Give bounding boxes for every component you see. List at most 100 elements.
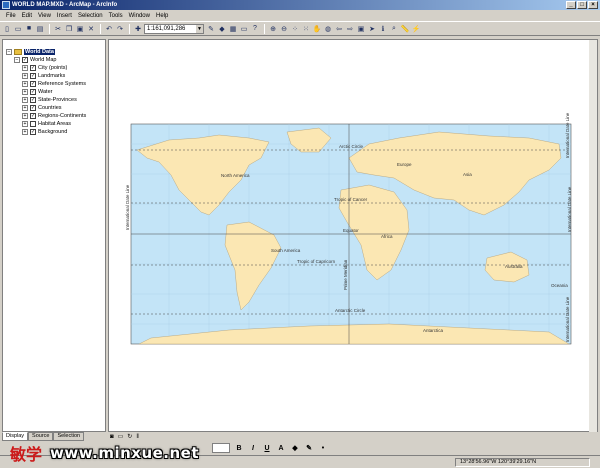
layer-checkbox[interactable]: ✓ <box>30 97 36 103</box>
date-line-label-left: International Date Line <box>125 184 130 230</box>
checkbox-checked[interactable]: ✓ <box>22 57 28 63</box>
select-elements-icon[interactable]: ➤ <box>367 24 377 34</box>
layer-label: Water <box>38 89 53 95</box>
date-line-label-right-bottom: International Date Line <box>565 296 570 342</box>
toc-layer-item[interactable]: + ✓ Water <box>22 88 52 96</box>
arccatalog-icon[interactable]: ▦ <box>228 24 238 34</box>
arctoolbox-icon[interactable]: ◆ <box>217 24 227 34</box>
menu-file[interactable]: File <box>3 13 19 19</box>
expand-icon[interactable]: + <box>22 129 28 135</box>
layer-label: Landmarks <box>38 73 66 79</box>
save-icon[interactable]: ■ <box>24 24 34 34</box>
toc-layer-item[interactable]: + ✓ Reference Systems <box>22 80 86 88</box>
layer-checkbox[interactable]: ✓ <box>30 89 36 95</box>
chevron-down-icon[interactable]: ▼ <box>196 24 203 33</box>
toolbar-separator <box>100 23 101 34</box>
bold-button[interactable]: B <box>234 445 244 452</box>
antarctic-circle-label: Antarctic Circle <box>335 308 366 313</box>
layer-checkbox[interactable]: ✓ <box>30 81 36 87</box>
expand-icon[interactable]: + <box>22 97 28 103</box>
toc-group-layer[interactable]: − ✓ World Map <box>14 56 57 64</box>
europe-label: Europe <box>397 162 412 167</box>
command-line-icon[interactable]: ▭ <box>239 24 249 34</box>
layer-checkbox[interactable]: ✓ <box>30 129 36 135</box>
toc-data-frame[interactable]: − World Data <box>6 48 55 56</box>
menu-tools[interactable]: Tools <box>106 13 126 19</box>
menu-edit[interactable]: Edit <box>19 13 35 19</box>
cursor-coordinates: 13°28'56.96"W 120°39'29.16"N <box>455 458 590 467</box>
font-color-icon[interactable]: A <box>276 445 286 452</box>
menu-insert[interactable]: Insert <box>54 13 75 19</box>
fixed-zoom-out-icon[interactable]: ⁙ <box>301 24 311 34</box>
toc-layer-item[interactable]: + ✓ City (points) <box>22 64 67 72</box>
add-data-icon[interactable]: ✚ <box>133 24 143 34</box>
fill-color-icon[interactable]: ◆ <box>290 444 300 452</box>
expand-icon[interactable]: + <box>22 89 28 95</box>
map-display[interactable]: Arctic Circle Tropic of Cancer Equator T… <box>108 39 599 433</box>
layer-checkbox[interactable]: ✓ <box>30 73 36 79</box>
toolbar-separator <box>129 23 130 34</box>
help-icon[interactable]: ? <box>250 24 260 34</box>
menu-help[interactable]: Help <box>153 13 171 19</box>
identify-icon[interactable]: ℹ <box>378 24 388 34</box>
world-map[interactable]: Arctic Circle Tropic of Cancer Equator T… <box>109 40 599 433</box>
layer-checkbox[interactable]: ✓ <box>30 65 36 71</box>
maximize-button[interactable]: □ <box>577 1 587 9</box>
find-icon[interactable]: ⌕ <box>389 24 399 34</box>
title-bar: WORLD MAP.MXD - ArcMap - ArcInfo _ □ × <box>0 0 600 10</box>
forward-extent-icon[interactable]: ⇨ <box>345 24 355 34</box>
map-scale-combo[interactable]: 1:161,091,286 ▼ <box>144 23 204 34</box>
pan-icon[interactable]: ✋ <box>312 24 322 34</box>
select-features-icon[interactable]: ▣ <box>356 24 366 34</box>
expand-icon[interactable]: + <box>22 113 28 119</box>
layer-label: Background <box>38 129 68 135</box>
hyperlink-icon[interactable]: ⚡ <box>411 24 421 34</box>
expand-icon[interactable]: + <box>22 73 28 79</box>
expand-icon[interactable]: + <box>22 105 28 111</box>
line-color-icon[interactable]: ✎ <box>304 444 314 452</box>
toc-layer-item[interactable]: + ✓ Background <box>22 128 67 136</box>
undo-icon[interactable]: ↶ <box>104 24 114 34</box>
expand-icon[interactable]: + <box>22 81 28 87</box>
underline-button[interactable]: U <box>262 445 272 452</box>
toc-layer-item[interactable]: + ✓ Countries <box>22 104 62 112</box>
open-icon[interactable]: ▭ <box>13 24 23 34</box>
toc-layer-item[interactable]: + ✓ Regions-Continents <box>22 112 86 120</box>
marker-color-icon[interactable]: • <box>318 445 328 452</box>
minimize-button[interactable]: _ <box>566 1 576 9</box>
zoom-out-icon[interactable]: ⊖ <box>279 24 289 34</box>
zoom-in-icon[interactable]: ⊕ <box>268 24 278 34</box>
toc-layer-item[interactable]: + ✓ State-Provinces <box>22 96 77 104</box>
layer-checkbox-unchecked[interactable] <box>30 121 36 127</box>
watermark-logo: 敏学 <box>10 445 43 464</box>
menu-selection[interactable]: Selection <box>75 13 106 19</box>
editor-toolbar-icon[interactable]: ✎ <box>206 24 216 34</box>
close-button[interactable]: × <box>588 1 598 9</box>
watermark: 敏学 www.minxue.net <box>0 438 230 468</box>
full-extent-icon[interactable]: ◍ <box>323 24 333 34</box>
print-icon[interactable]: ▤ <box>35 24 45 34</box>
paste-icon[interactable]: ▣ <box>75 24 85 34</box>
cut-icon[interactable]: ✂ <box>53 24 63 34</box>
toc-layer-item[interactable]: + ✓ Landmarks <box>22 72 65 80</box>
measure-icon[interactable]: 📏 <box>400 24 410 34</box>
new-document-icon[interactable]: ▯ <box>2 24 12 34</box>
collapse-icon[interactable]: − <box>6 49 12 55</box>
collapse-icon[interactable]: − <box>14 57 20 63</box>
vertical-scrollbar[interactable] <box>589 40 597 433</box>
layer-checkbox[interactable]: ✓ <box>30 113 36 119</box>
layer-checkbox[interactable]: ✓ <box>30 105 36 111</box>
fixed-zoom-in-icon[interactable]: ⁘ <box>290 24 300 34</box>
toc-layer-item[interactable]: + Habitat Areas <box>22 120 71 128</box>
expand-icon[interactable]: + <box>22 65 28 71</box>
menu-view[interactable]: View <box>35 13 54 19</box>
layer-label: Countries <box>38 105 62 111</box>
italic-button[interactable]: I <box>248 445 258 452</box>
expand-icon[interactable]: + <box>22 121 28 127</box>
back-extent-icon[interactable]: ⇦ <box>334 24 344 34</box>
redo-icon[interactable]: ↷ <box>115 24 125 34</box>
copy-icon[interactable]: ❐ <box>64 24 74 34</box>
menu-window[interactable]: Window <box>126 13 153 19</box>
delete-icon[interactable]: ✕ <box>86 24 96 34</box>
date-line-label-right-top: International Date Line <box>565 112 570 158</box>
